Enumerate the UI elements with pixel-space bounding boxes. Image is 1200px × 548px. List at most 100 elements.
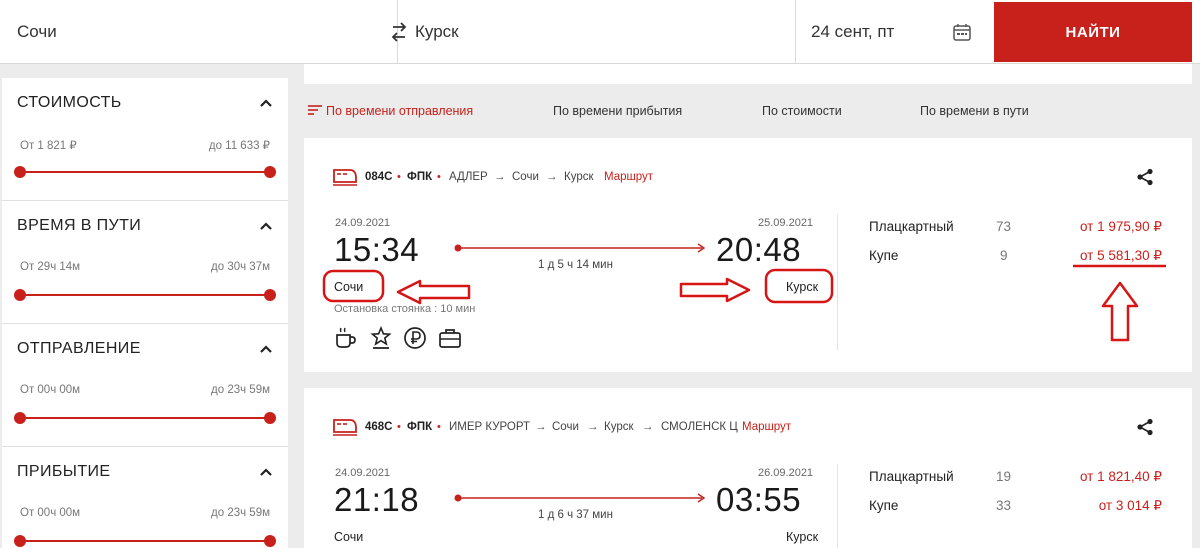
filter-title: ПРИБЫТИЕ (17, 463, 111, 480)
from-city-field[interactable]: Сочи (17, 0, 387, 64)
carrier: ФПК (407, 421, 433, 433)
price-link[interactable]: от 5 581,30 ₽ (1080, 248, 1162, 264)
slider-handle-min[interactable] (14, 289, 26, 301)
arrow-icon: → (546, 171, 558, 183)
slider-handle-min[interactable] (14, 535, 26, 547)
coffee-icon (336, 327, 356, 348)
arrival-slider[interactable] (14, 534, 276, 548)
sort-by-duration[interactable]: По времени в пути (920, 104, 1029, 118)
separator-dot: • (437, 421, 441, 433)
departure-time: 21:18 (334, 481, 420, 518)
filter-title: ВРЕМЯ В ПУТИ (17, 217, 142, 234)
train-number: 468С (365, 421, 393, 433)
carrier: ФПК (407, 171, 433, 183)
chevron-up-icon[interactable] (256, 339, 276, 359)
arrow-icon: → (587, 421, 599, 433)
filter-min-label: От 00ч 00м (20, 384, 81, 396)
filter-arrival: ПРИБЫТИЕ От 00ч 00м до 23ч 59м (2, 447, 288, 548)
arrow-icon: → (535, 421, 547, 433)
route-station: Курск (564, 171, 594, 183)
class-name: Купе (869, 248, 899, 263)
departure-date: 24.09.2021 (335, 467, 391, 479)
price-link[interactable]: от 1 975,90 ₽ (1080, 219, 1162, 235)
route-station: ИМЕР КУРОРТ (449, 421, 531, 433)
journey-line (454, 243, 706, 253)
sort-by-arrival[interactable]: По времени прибытия (553, 104, 682, 118)
ruble-icon (404, 327, 426, 349)
route-station: СМОЛЕНСК Ц (661, 421, 738, 433)
price-link[interactable]: от 1 821,40 ₽ (1080, 469, 1162, 485)
departure-slider[interactable] (14, 411, 276, 425)
sort-by-departure[interactable]: По времени отправления (326, 104, 473, 118)
slider-handle-max[interactable] (264, 535, 276, 547)
filter-title: СТОИМОСТЬ (17, 94, 122, 111)
filter-max-label: до 30ч 37м (211, 261, 270, 273)
departure-city[interactable]: Сочи (334, 530, 363, 544)
departure-date: 24.09.2021 (335, 217, 391, 229)
route-link[interactable]: Маршрут (604, 171, 653, 183)
results-top-panel (304, 64, 1192, 84)
filter-sidebar: СТОИМОСТЬ От 1 821 ₽ до 11 633 ₽ ВРЕМЯ В… (2, 78, 288, 548)
divider (837, 464, 838, 548)
arrival-city[interactable]: Курск (786, 280, 818, 294)
stop-info: Остановка стоянка : 10 мин (334, 303, 476, 315)
share-icon[interactable] (1136, 418, 1154, 436)
filter-travel-time: ВРЕМЯ В ПУТИ От 29ч 14м до 30ч 37м (2, 201, 288, 324)
filter-min-label: От 29ч 14м (20, 261, 81, 273)
filter-min-label: От 1 821 ₽ (20, 140, 77, 152)
search-bar: Сочи Курск 24 сент, пт НАЙТИ (0, 0, 1200, 64)
slider-handle-min[interactable] (14, 412, 26, 424)
train-card: 468С • ФПК • ИМЕР КУРОРТ → Сочи → Курск … (304, 388, 1192, 548)
slider-handle-min[interactable] (14, 166, 26, 178)
slider-handle-max[interactable] (264, 289, 276, 301)
swap-icon[interactable] (388, 0, 410, 64)
price-link[interactable]: от 3 014 ₽ (1099, 498, 1162, 514)
departure-time: 15:34 (334, 231, 420, 268)
price-range-slider[interactable] (14, 165, 276, 179)
arrival-city[interactable]: Курск (786, 530, 818, 544)
seats-count: 33 (996, 498, 1012, 513)
train-icon (333, 419, 357, 436)
filter-departure: ОТПРАВЛЕНИЕ От 00ч 00м до 23ч 59м (2, 324, 288, 447)
route-station: Сочи (512, 171, 539, 183)
class-name: Купе (869, 498, 899, 513)
travel-time-slider[interactable] (14, 288, 276, 302)
slider-handle-max[interactable] (264, 412, 276, 424)
arrival-date: 25.09.2021 (758, 217, 814, 229)
departure-city[interactable]: Сочи (334, 280, 363, 294)
calendar-icon[interactable] (952, 0, 974, 64)
luggage-icon (439, 329, 461, 348)
star-award-icon (370, 326, 392, 349)
page: Сочи Курск 24 сент, пт НАЙТИ СТОИМОСТЬ О… (0, 0, 1200, 548)
share-icon[interactable] (1136, 168, 1154, 186)
date-value: 24 сент, пт (811, 22, 895, 41)
filter-min-label: От 00ч 00м (20, 507, 81, 519)
arrival-date: 26.09.2021 (758, 467, 814, 479)
slider-handle-max[interactable] (264, 166, 276, 178)
route-station: Курск (604, 421, 634, 433)
separator-dot: • (437, 171, 441, 183)
train-number: 084С (365, 171, 393, 183)
arrow-icon: → (642, 421, 654, 433)
chevron-up-icon[interactable] (256, 462, 276, 482)
route-link[interactable]: Маршрут (742, 421, 791, 433)
filter-max-label: до 23ч 59м (211, 507, 270, 519)
train-icon (333, 169, 357, 186)
filter-max-label: до 11 633 ₽ (208, 140, 270, 152)
filter-max-label: до 23ч 59м (211, 384, 270, 396)
seats-count: 19 (996, 469, 1012, 484)
from-city-value: Сочи (17, 22, 57, 41)
sort-by-price[interactable]: По стоимости (762, 104, 842, 118)
duration: 1 д 5 ч 14 мин (538, 259, 613, 271)
arrow-icon: → (494, 171, 506, 183)
seats-count: 9 (1000, 248, 1008, 263)
journey-line (454, 493, 706, 503)
separator-dot: • (397, 171, 401, 183)
find-button[interactable]: НАЙТИ (994, 2, 1192, 62)
class-name: Плацкартный (869, 469, 954, 484)
route-station: Сочи (552, 421, 579, 433)
chevron-up-icon[interactable] (256, 93, 276, 113)
to-city-field[interactable]: Курск (415, 0, 785, 64)
divider (837, 214, 838, 350)
chevron-up-icon[interactable] (256, 216, 276, 236)
